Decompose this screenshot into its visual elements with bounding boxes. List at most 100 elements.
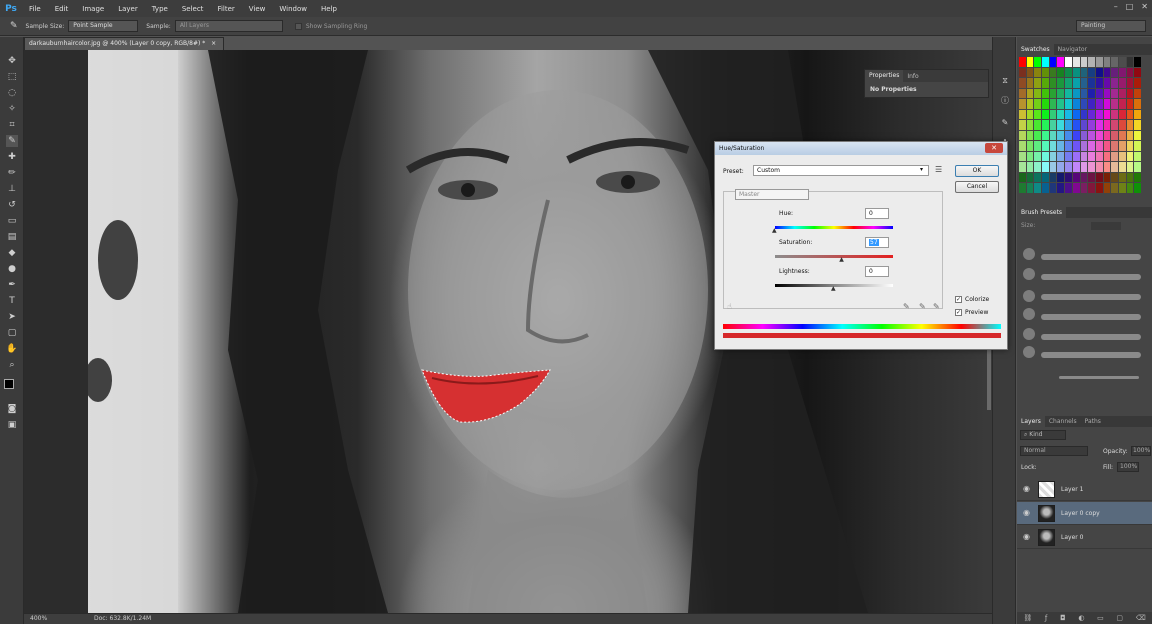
swatch[interactable] bbox=[1118, 88, 1126, 99]
swatch[interactable] bbox=[1072, 151, 1080, 162]
swatch[interactable] bbox=[1103, 141, 1111, 151]
vertical-scrollbar-thumb[interactable] bbox=[987, 350, 991, 410]
swatch[interactable] bbox=[1034, 141, 1042, 151]
lightness-field[interactable]: 0 bbox=[865, 266, 889, 277]
eraser-tool-icon[interactable]: ▭ bbox=[6, 215, 18, 227]
swatch[interactable] bbox=[1065, 162, 1072, 172]
swatch[interactable] bbox=[1080, 99, 1088, 109]
eyedropper-plus-icon[interactable]: ✎ bbox=[919, 302, 926, 311]
swatch[interactable] bbox=[1019, 78, 1026, 88]
swatch[interactable] bbox=[1034, 57, 1042, 67]
swatch[interactable] bbox=[1126, 172, 1134, 183]
swatch[interactable] bbox=[1118, 78, 1126, 88]
swatch[interactable] bbox=[1080, 88, 1088, 99]
swatch[interactable] bbox=[1134, 172, 1141, 183]
brush-preset[interactable] bbox=[1023, 346, 1035, 358]
swatch[interactable] bbox=[1088, 120, 1095, 130]
swatch[interactable] bbox=[1088, 57, 1095, 67]
swatch[interactable] bbox=[1072, 109, 1080, 120]
swatch[interactable] bbox=[1111, 162, 1118, 172]
swatch[interactable] bbox=[1065, 99, 1072, 109]
doc-size-info[interactable]: Doc: 632.8K/1.24M bbox=[94, 615, 151, 622]
swatch[interactable] bbox=[1042, 151, 1049, 162]
tab-paths[interactable]: Paths bbox=[1081, 416, 1105, 427]
screen-mode-icon[interactable]: ▣ bbox=[6, 419, 18, 431]
swatch[interactable] bbox=[1019, 109, 1026, 120]
swatch[interactable] bbox=[1126, 88, 1134, 99]
swatch[interactable] bbox=[1103, 67, 1111, 78]
swatch[interactable] bbox=[1072, 162, 1080, 172]
dialog-close-icon[interactable]: ✕ bbox=[985, 143, 1003, 153]
history-brush-icon[interactable]: ↺ bbox=[6, 199, 18, 211]
add-mask-icon[interactable]: ◘ bbox=[1060, 614, 1066, 622]
swatch[interactable] bbox=[1026, 57, 1034, 67]
swatch[interactable] bbox=[1134, 99, 1141, 109]
swatch[interactable] bbox=[1026, 109, 1034, 120]
brush-panel-icon[interactable]: ✎ bbox=[999, 117, 1011, 129]
swatch[interactable] bbox=[1111, 57, 1118, 67]
swatch[interactable] bbox=[1026, 78, 1034, 88]
menu-view[interactable]: View bbox=[242, 5, 273, 13]
swatch[interactable] bbox=[1080, 141, 1088, 151]
swatch[interactable] bbox=[1080, 78, 1088, 88]
adjustment-layer-icon[interactable]: ◐ bbox=[1078, 614, 1084, 622]
swatch[interactable] bbox=[1095, 120, 1103, 130]
swatch[interactable] bbox=[1042, 57, 1049, 67]
swatch[interactable] bbox=[1057, 57, 1065, 67]
swatch[interactable] bbox=[1088, 67, 1095, 78]
swatch[interactable] bbox=[1049, 130, 1057, 141]
swatch[interactable] bbox=[1111, 67, 1118, 78]
swatch[interactable] bbox=[1072, 141, 1080, 151]
swatch[interactable] bbox=[1065, 57, 1072, 67]
swatch[interactable] bbox=[1111, 151, 1118, 162]
tab-info[interactable]: Info bbox=[903, 73, 922, 80]
swatch[interactable] bbox=[1072, 99, 1080, 109]
swatch[interactable] bbox=[1126, 130, 1134, 141]
hand-tool-icon[interactable]: ✋ bbox=[6, 343, 18, 355]
swatch[interactable] bbox=[1103, 99, 1111, 109]
swatch[interactable] bbox=[1126, 151, 1134, 162]
swatch[interactable] bbox=[1134, 130, 1141, 141]
swatch[interactable] bbox=[1118, 57, 1126, 67]
swatch[interactable] bbox=[1088, 141, 1095, 151]
swatch[interactable] bbox=[1057, 67, 1065, 78]
hue-field[interactable]: 0 bbox=[865, 208, 889, 219]
brush-preset[interactable] bbox=[1059, 376, 1139, 379]
swatch[interactable] bbox=[1042, 172, 1049, 183]
dodge-tool-icon[interactable]: ● bbox=[6, 263, 18, 275]
swatch[interactable] bbox=[1134, 67, 1141, 78]
swatch[interactable] bbox=[1111, 130, 1118, 141]
swatch[interactable] bbox=[1088, 99, 1095, 109]
swatch[interactable] bbox=[1118, 130, 1126, 141]
swatch[interactable] bbox=[1026, 183, 1034, 193]
swatch[interactable] bbox=[1095, 67, 1103, 78]
menu-image[interactable]: Image bbox=[75, 5, 111, 13]
swatch[interactable] bbox=[1057, 120, 1065, 130]
swatch[interactable] bbox=[1057, 172, 1065, 183]
swatch[interactable] bbox=[1049, 57, 1057, 67]
zoom-tool-icon[interactable]: ⌕ bbox=[6, 359, 18, 371]
foreground-color-swatch[interactable] bbox=[4, 379, 14, 389]
tab-navigator[interactable]: Navigator bbox=[1054, 44, 1091, 55]
swatch[interactable] bbox=[1019, 172, 1026, 183]
tab-swatches[interactable]: Swatches bbox=[1017, 44, 1054, 55]
swatch[interactable] bbox=[1095, 130, 1103, 141]
swatch[interactable] bbox=[1134, 57, 1141, 67]
swatch[interactable] bbox=[1111, 183, 1118, 193]
swatch[interactable] bbox=[1095, 172, 1103, 183]
swatch[interactable] bbox=[1065, 183, 1072, 193]
swatch[interactable] bbox=[1095, 109, 1103, 120]
brush-preset[interactable] bbox=[1041, 294, 1141, 300]
swatch[interactable] bbox=[1034, 162, 1042, 172]
swatch[interactable] bbox=[1065, 130, 1072, 141]
eye-icon[interactable]: ◉ bbox=[1023, 532, 1030, 541]
swatch[interactable] bbox=[1072, 88, 1080, 99]
cancel-button[interactable]: Cancel bbox=[955, 181, 999, 193]
tab-brush-presets[interactable]: Brush Presets bbox=[1017, 207, 1067, 218]
swatch[interactable] bbox=[1049, 67, 1057, 78]
brush-preset[interactable] bbox=[1041, 314, 1141, 320]
layer-row[interactable]: ◉ Layer 0 copy bbox=[1017, 502, 1152, 525]
swatch[interactable] bbox=[1095, 162, 1103, 172]
swatch[interactable] bbox=[1134, 78, 1141, 88]
swatch[interactable] bbox=[1026, 120, 1034, 130]
